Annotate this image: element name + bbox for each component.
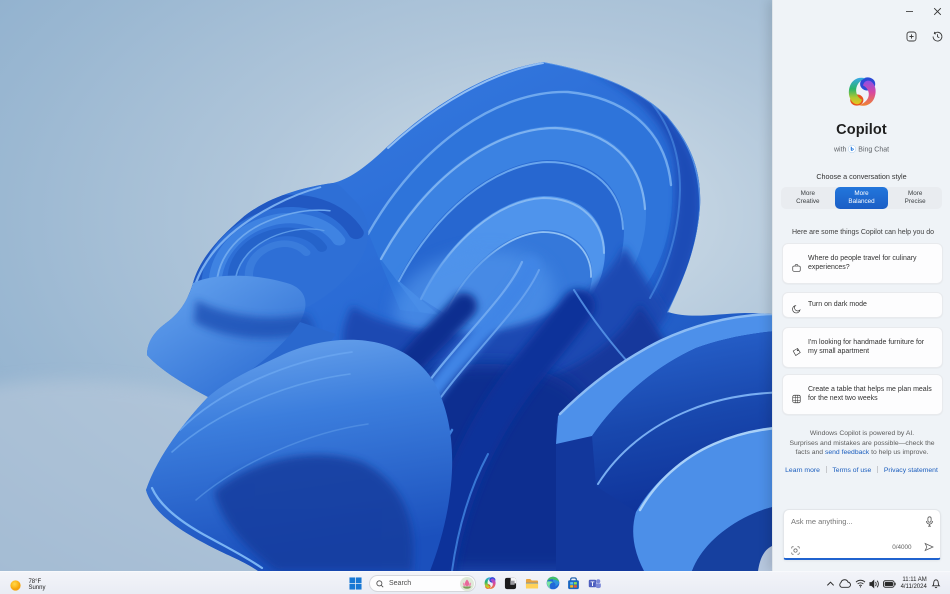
svg-text:T: T [590,581,594,588]
